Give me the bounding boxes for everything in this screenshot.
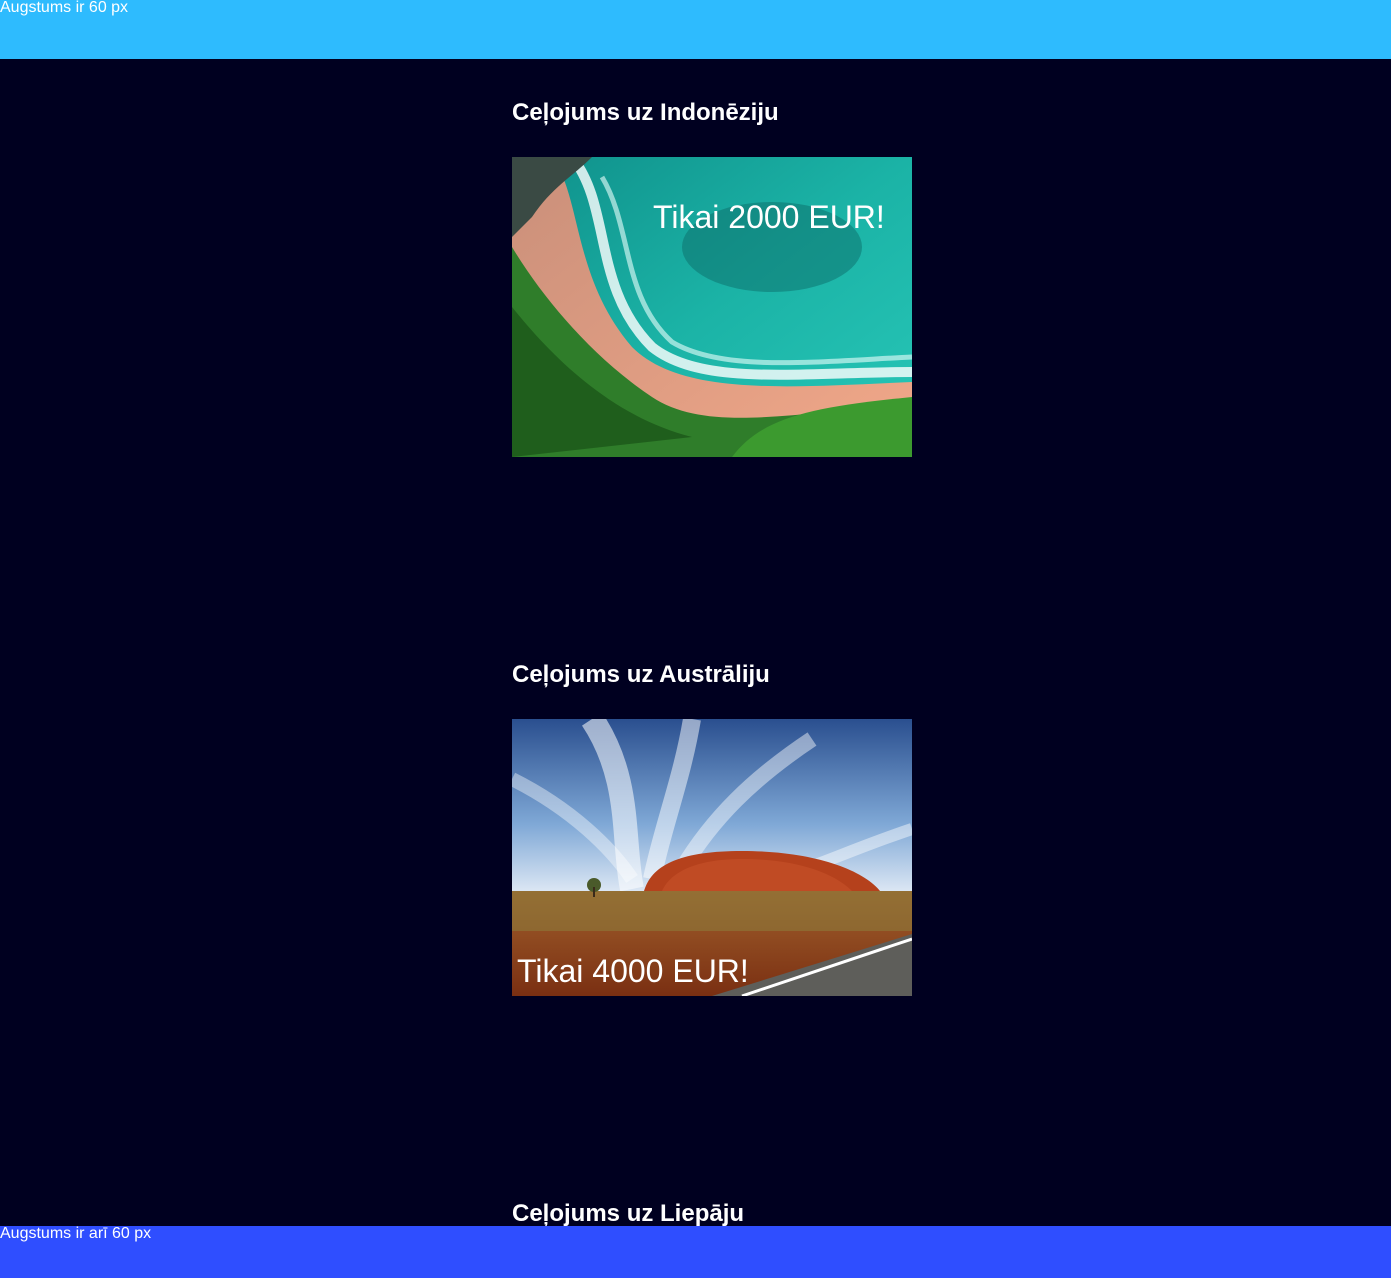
bottom-bar: Augstums ir arī 60 px — [0, 1226, 1391, 1278]
top-bar-text: Augstums ir 60 px — [0, 0, 129, 16]
trip-title-liepaja: Ceļojums uz Liepāju — [512, 1200, 745, 1227]
top-bar: Augstums ir 60 px — [0, 0, 1391, 59]
trip-title-indonesia: Ceļojums uz Indonēziju — [512, 99, 779, 126]
tropical-beach-photo: Tikai 2000 EUR! — [512, 157, 912, 457]
price-label: Tikai 2000 EUR! — [653, 199, 885, 235]
uluru-desert-photo: Tikai 4000 EUR! — [512, 719, 912, 996]
trip-title-australia: Ceļojums uz Austrāliju — [512, 661, 770, 688]
bottom-bar-text: Augstums ir arī 60 px — [0, 1225, 152, 1242]
price-label: Tikai 4000 EUR! — [517, 953, 749, 989]
